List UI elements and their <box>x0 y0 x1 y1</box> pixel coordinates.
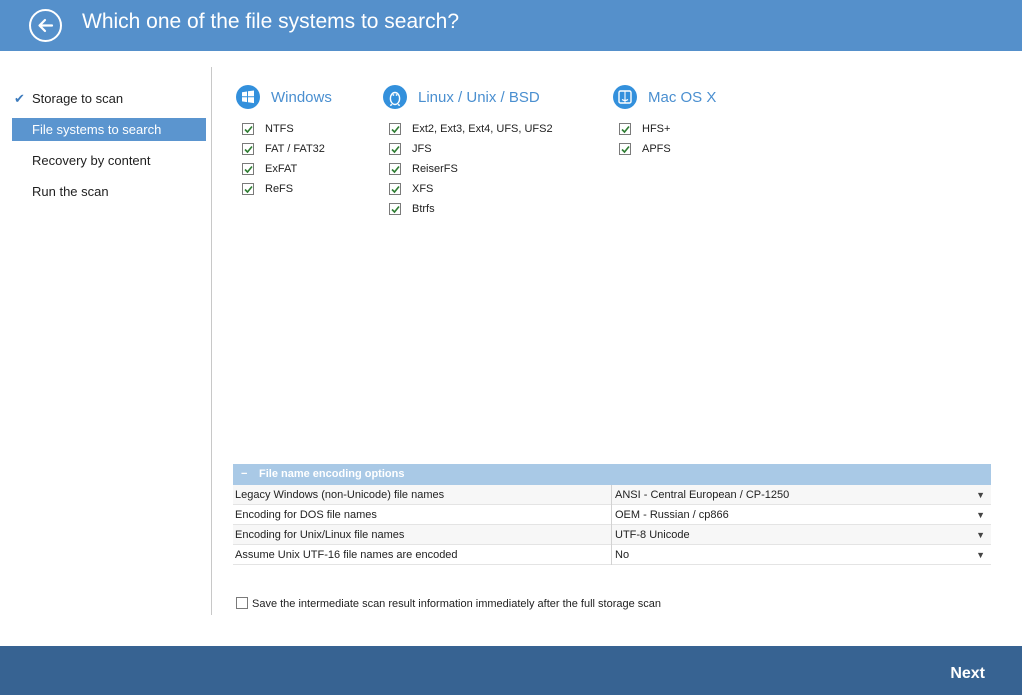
encoding-options-header[interactable]: − File name encoding options <box>233 464 991 485</box>
dropdown-arrow-icon: ▼ <box>976 550 985 560</box>
linux-group-title: Linux / Unix / BSD <box>418 89 540 106</box>
footer-bar: Next <box>0 646 1022 695</box>
apfs-checkbox[interactable] <box>619 143 631 155</box>
encoding-options-panel: − File name encoding options Legacy Windo… <box>233 464 991 565</box>
reiserfs-checkbox[interactable] <box>389 163 401 175</box>
checkmark-icon: ✔ <box>14 91 25 106</box>
save-intermediate-checkbox[interactable] <box>236 597 248 609</box>
encoding-options-title: File name encoding options <box>259 468 405 480</box>
encoding-row-label: Encoding for Unix/Linux file names <box>235 529 405 541</box>
step-storage-to-scan[interactable]: ✔ Storage to scan <box>12 87 206 110</box>
mac-finder-icon <box>613 85 637 109</box>
encoding-row-label: Assume Unix UTF-16 file names are encode… <box>235 549 458 561</box>
encoding-row-label: Legacy Windows (non-Unicode) file names <box>235 489 445 501</box>
windows-logo-icon <box>236 85 260 109</box>
ext-checkbox[interactable] <box>389 123 401 135</box>
windows-group-title: Windows <box>271 89 332 106</box>
page-title: Which one of the file systems to search? <box>82 10 460 33</box>
xfs-checkbox[interactable] <box>389 183 401 195</box>
exfat-checkbox[interactable] <box>242 163 254 175</box>
encoding-value: UTF-8 Unicode <box>615 529 690 541</box>
wizard-steps-sidebar: ✔ Storage to scan File systems to search… <box>0 51 211 646</box>
dropdown-arrow-icon: ▼ <box>976 490 985 500</box>
unix-encoding-select[interactable]: UTF-8 Unicode ▼ <box>611 525 991 545</box>
arrow-left-icon <box>38 18 54 33</box>
sidebar-divider <box>211 67 212 615</box>
refs-checkbox[interactable] <box>242 183 254 195</box>
encoding-value: ANSI - Central European / CP-1250 <box>615 489 790 501</box>
encoding-row: Legacy Windows (non-Unicode) file names … <box>233 485 991 505</box>
back-button[interactable] <box>29 9 62 42</box>
collapse-icon: − <box>241 468 248 480</box>
encoding-value: OEM - Russian / cp866 <box>615 509 729 521</box>
encoding-row-label: Encoding for DOS file names <box>235 509 377 521</box>
dropdown-arrow-icon: ▼ <box>976 510 985 520</box>
ntfs-checkbox[interactable] <box>242 123 254 135</box>
step-label: File systems to search <box>32 122 162 137</box>
encoding-row: Encoding for Unix/Linux file names UTF-8… <box>233 525 991 545</box>
hfs-checkbox[interactable] <box>619 123 631 135</box>
step-file-systems-to-search[interactable]: File systems to search <box>12 118 206 141</box>
step-recovery-by-content[interactable]: Recovery by content <box>12 149 206 172</box>
step-label: Recovery by content <box>32 153 151 168</box>
jfs-checkbox[interactable] <box>389 143 401 155</box>
fat32-checkbox[interactable] <box>242 143 254 155</box>
dropdown-arrow-icon: ▼ <box>976 530 985 540</box>
unix-utf16-select[interactable]: No ▼ <box>611 545 991 565</box>
encoding-row: Encoding for DOS file names OEM - Russia… <box>233 505 991 525</box>
step-label: Run the scan <box>32 184 109 199</box>
legacy-windows-encoding-select[interactable]: ANSI - Central European / CP-1250 ▼ <box>611 485 991 505</box>
mac-group-title: Mac OS X <box>648 89 717 106</box>
dos-encoding-select[interactable]: OEM - Russian / cp866 ▼ <box>611 505 991 525</box>
encoding-value: No <box>615 549 630 561</box>
btrfs-checkbox[interactable] <box>389 203 401 215</box>
save-intermediate-label: Save the intermediate scan result inform… <box>252 598 662 610</box>
step-run-the-scan[interactable]: Run the scan <box>12 180 206 203</box>
header-bar: Which one of the file systems to search? <box>0 0 1022 51</box>
next-button[interactable]: Next <box>950 665 985 683</box>
step-label: Storage to scan <box>32 91 124 106</box>
encoding-row: Assume Unix UTF-16 file names are encode… <box>233 545 991 565</box>
linux-penguin-icon <box>383 85 407 109</box>
